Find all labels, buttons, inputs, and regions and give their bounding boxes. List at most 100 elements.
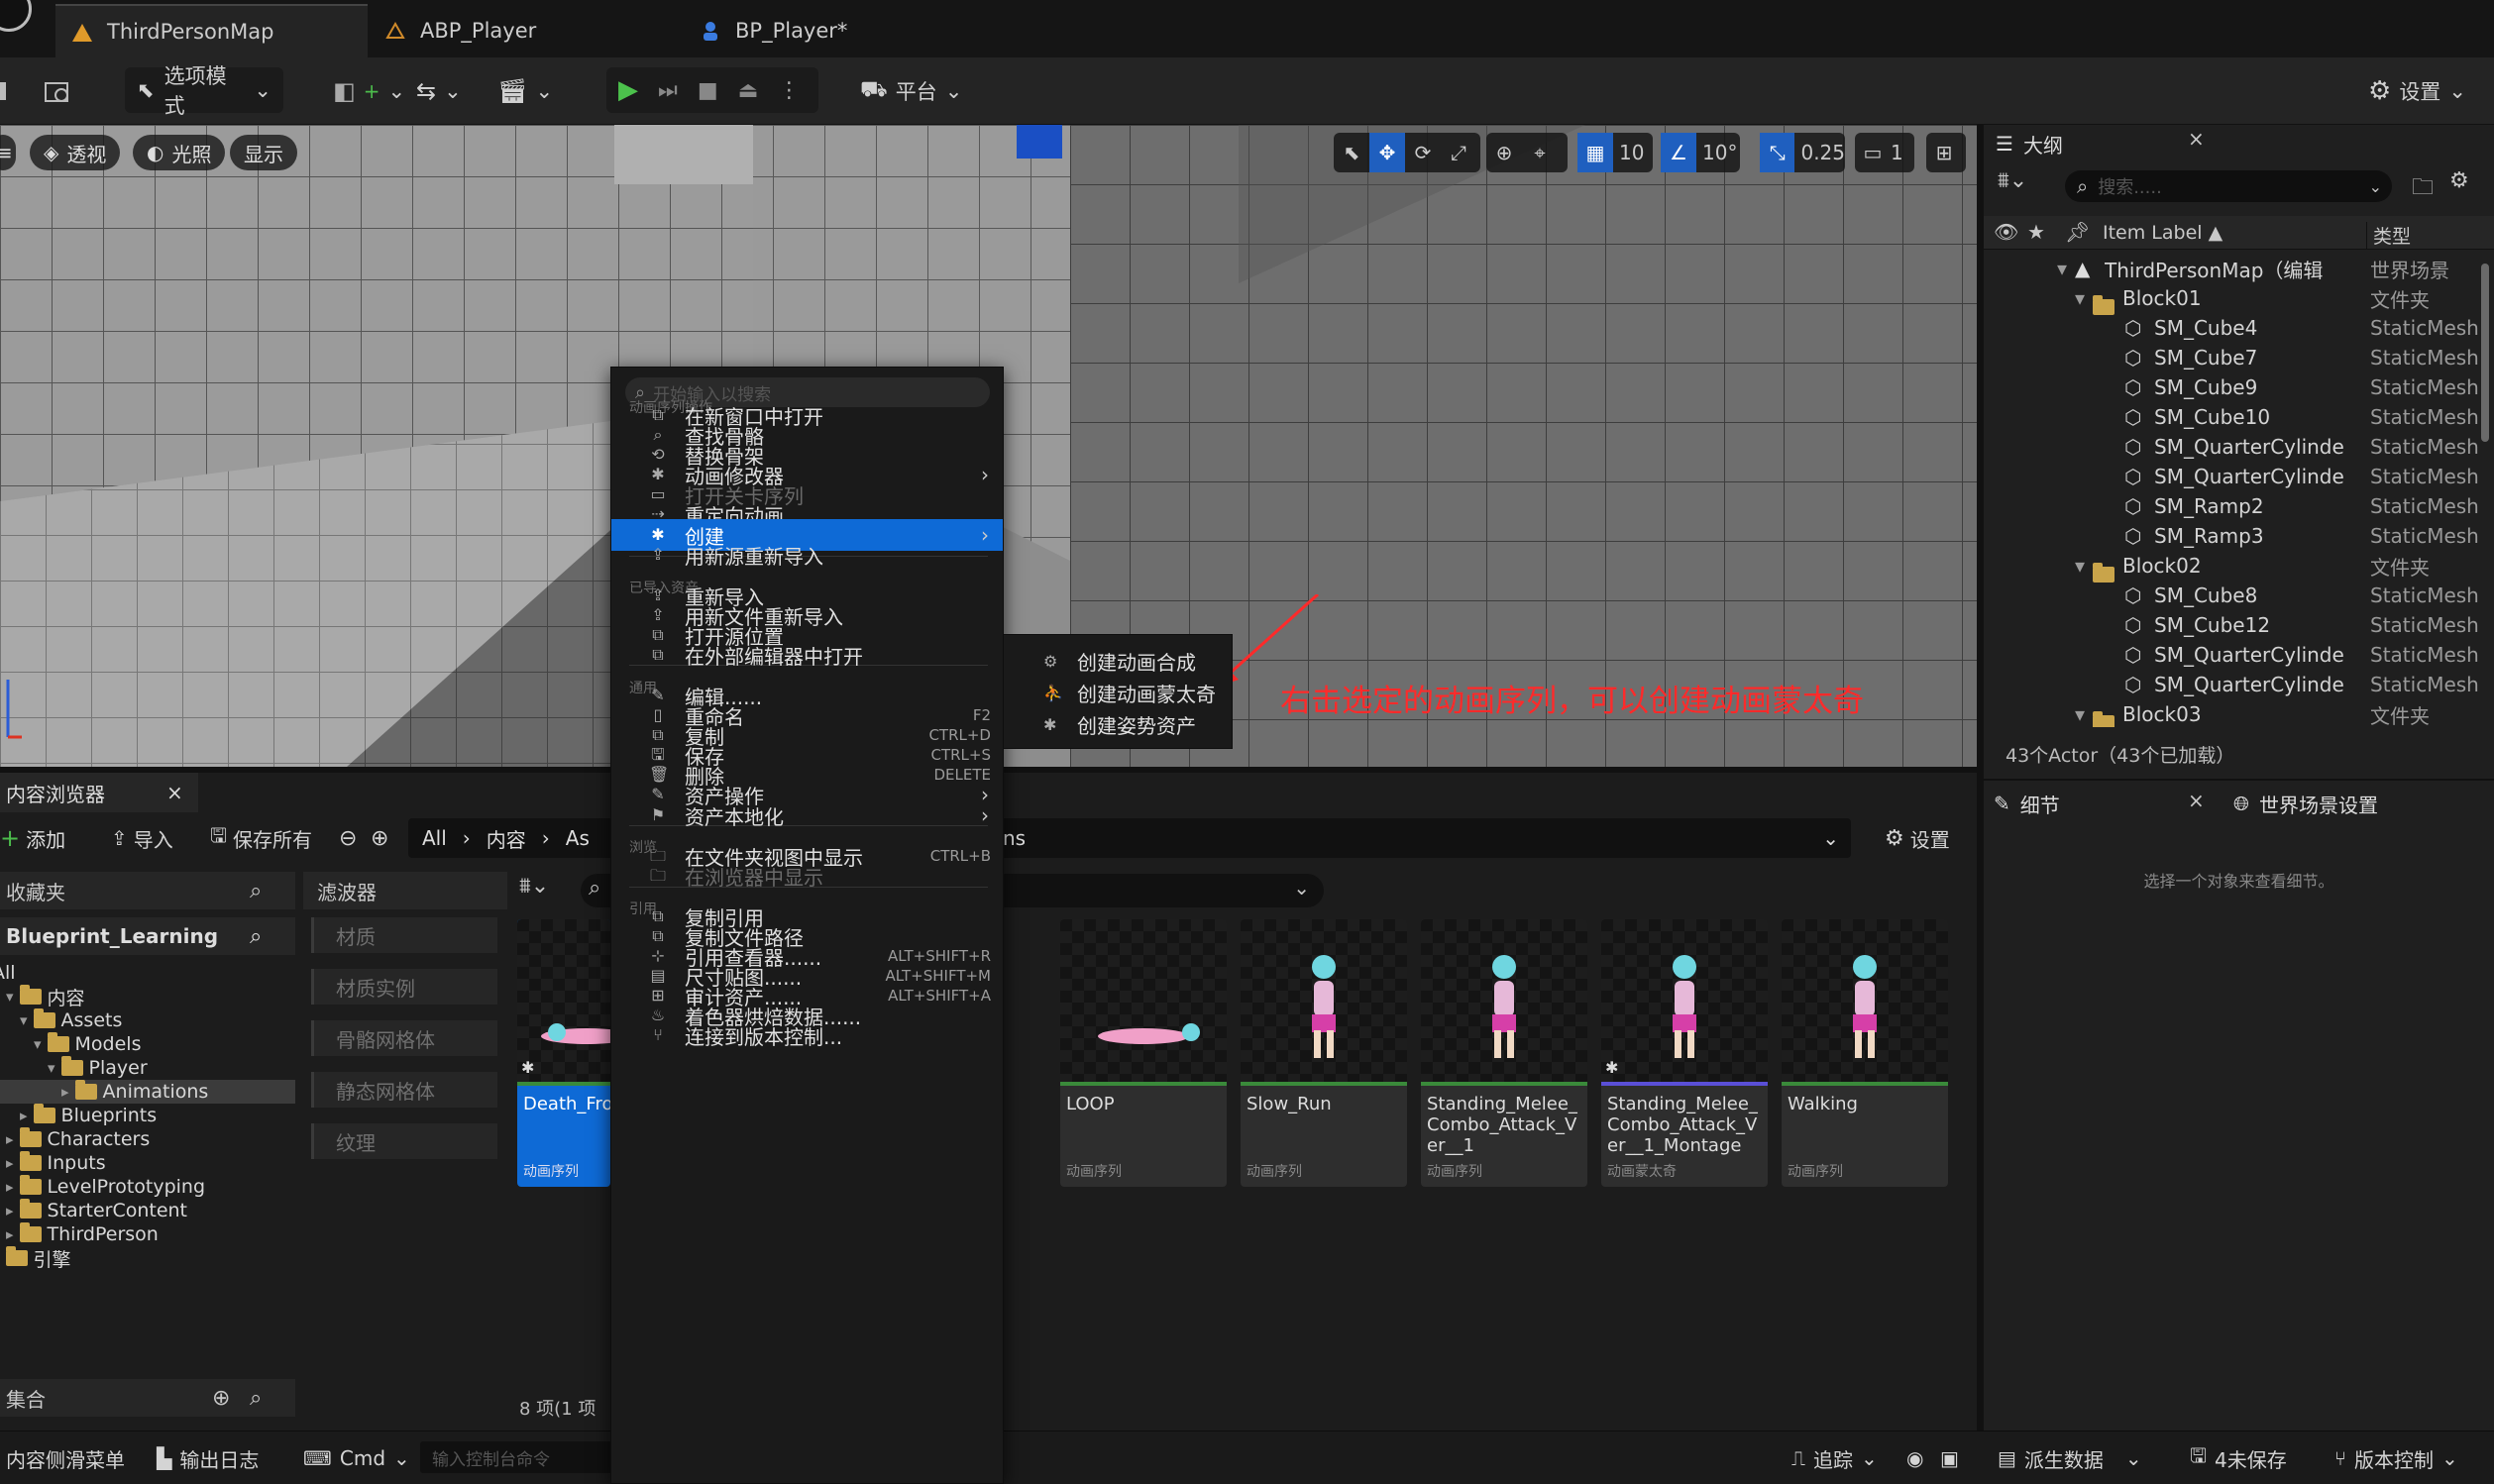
trace-button[interactable]: ⎍ 追踪 ⌄ xyxy=(1791,1443,1878,1473)
asset-tile[interactable]: ✱ Death_From 动画序列 xyxy=(517,919,610,1187)
expand-arrow-icon[interactable]: ▾ xyxy=(2075,286,2085,310)
filter-chip[interactable]: 材质实例 xyxy=(311,969,497,1005)
filter-chip[interactable]: 纹理 xyxy=(311,1123,497,1159)
menu-item[interactable]: ⑂ 连接到版本控制... xyxy=(611,1019,1003,1051)
save-icon[interactable] xyxy=(0,71,14,111)
outliner-row[interactable]: ⬡ SM_QuarterCylinde StaticMesh xyxy=(1984,462,2484,491)
outliner-row[interactable]: ⬡ SM_Cube10 StaticMesh xyxy=(1984,402,2484,432)
menu-item[interactable]: ⧉ 在外部编辑器中打开 xyxy=(611,639,1003,671)
outliner-row[interactable]: ⬡ SM_Ramp2 StaticMesh xyxy=(1984,491,2484,521)
close-icon[interactable]: × xyxy=(2188,127,2205,151)
world-settings-tab[interactable]: 🌐︎ 世界场景设置 xyxy=(2233,787,2378,820)
expand-arrow-icon[interactable]: ▸ xyxy=(61,1083,69,1101)
filter-chip[interactable]: 材质 xyxy=(311,917,497,953)
asset-tile[interactable]: Walking 动画序列 xyxy=(1782,919,1948,1187)
step-icon[interactable]: ⏭ xyxy=(658,78,678,103)
tab-bp-player[interactable]: BP_Player* xyxy=(684,4,991,57)
add-button[interactable]: + 添加 xyxy=(0,820,65,856)
outliner-row[interactable]: ⬡ SM_Cube4 StaticMesh xyxy=(1984,313,2484,343)
folder-tree-item[interactable]: ▾ Models xyxy=(34,1032,141,1056)
close-icon[interactable]: × xyxy=(166,781,183,804)
folder-tree-item[interactable]: ▸ Inputs xyxy=(6,1151,106,1175)
add-collection-icon[interactable]: ⊕ xyxy=(212,1386,230,1411)
filter-icon[interactable]: ⩩⌄ xyxy=(1998,168,2027,193)
folder-tree-item[interactable]: ▸ Animations xyxy=(0,1080,295,1104)
derived-data-button[interactable]: ▤ 派生数据 ⌄ xyxy=(1998,1443,2142,1473)
console-input[interactable]: 输入控制台命令 xyxy=(420,1441,618,1473)
expand-arrow-icon[interactable]: ▾ xyxy=(48,1059,55,1077)
settings-button[interactable]: ⚙ 设置 ⌄ xyxy=(2368,71,2466,111)
search-icon[interactable]: ⌕ xyxy=(250,924,262,949)
folder-tree-item[interactable]: ▾ 内容 xyxy=(6,985,85,1009)
expand-arrow-icon[interactable]: ▾ xyxy=(34,1035,42,1053)
breadcrumb-all[interactable]: All xyxy=(422,826,447,850)
layout-button[interactable]: ⊞ xyxy=(1926,133,1966,172)
submenu-item[interactable]: ✱ 创建姿势资产 xyxy=(1004,708,1232,740)
more-icon[interactable]: ⋮ xyxy=(778,78,800,103)
outliner-row[interactable]: ⬡ SM_Cube12 StaticMesh xyxy=(1984,610,2484,640)
outliner-row[interactable]: ⬡ SM_Cube7 StaticMesh xyxy=(1984,343,2484,372)
expand-arrow-icon[interactable]: ▾ xyxy=(2075,702,2085,726)
outliner-row[interactable]: ▾ Block01 文件夹 xyxy=(1984,283,2484,315)
cinematics-button[interactable]: 🎬︎ ⌄ xyxy=(497,71,553,111)
unreal-logo-icon[interactable] xyxy=(0,0,32,32)
folder-tree-item[interactable]: ▸ Characters xyxy=(6,1127,150,1151)
expand-arrow-icon[interactable]: ▸ xyxy=(20,1107,28,1124)
import-button[interactable]: ⇪ 导入 xyxy=(111,820,173,856)
asset-tile[interactable]: ✱ Standing_Melee_Combo_Attack_Ver__1_Mont… xyxy=(1601,919,1768,1187)
asset-tile[interactable]: Slow_Run 动画序列 xyxy=(1241,919,1407,1187)
outliner-row[interactable]: ▾ Block03 文件夹 xyxy=(1984,699,2484,727)
source-control-button[interactable]: ⑂ 版本控制 ⌄ xyxy=(2334,1443,2458,1473)
star-icon[interactable]: ★ xyxy=(2027,220,2045,244)
search-box[interactable]: ⌕ 搜索..... ⌄ xyxy=(2065,170,2392,202)
favorites-header[interactable]: 收藏夹 ⌕ xyxy=(0,872,295,909)
surface-snap-icon[interactable]: ⌖ xyxy=(1522,133,1558,172)
mode-selector[interactable]: ⬉ 选项模式 ⌄ xyxy=(125,64,283,118)
unsaved-button[interactable]: 🖫︎ 4未保存 xyxy=(2190,1443,2287,1473)
expand-arrow-icon[interactable]: ▸ xyxy=(6,1178,14,1196)
outliner-row[interactable]: ⬡ SM_QuarterCylinde StaticMesh xyxy=(1984,640,2484,670)
save-all-button[interactable]: 🖫︎ 保存所有 xyxy=(210,820,312,856)
outliner-row[interactable]: ▾ Block02 文件夹 xyxy=(1984,551,2484,583)
outliner-row[interactable]: ⬡ SM_Ramp3 StaticMesh xyxy=(1984,521,2484,551)
outliner-tab[interactable]: ☰ 大纲 xyxy=(1996,127,2214,160)
folder-tree-item[interactable]: ▾ Assets xyxy=(20,1008,122,1032)
stop-icon[interactable]: ■ xyxy=(698,78,718,103)
scrollbar[interactable] xyxy=(2481,264,2489,442)
globe-icon[interactable]: ⊕ xyxy=(1486,133,1522,172)
outliner-row[interactable]: ⬡ SM_Cube8 StaticMesh xyxy=(1984,581,2484,610)
outliner-row[interactable]: ⬡ SM_QuarterCylinde StaticMesh xyxy=(1984,670,2484,699)
close-icon[interactable]: × xyxy=(2188,789,2205,812)
submenu-item[interactable]: ⚙ 创建动画合成 xyxy=(1004,645,1232,677)
outliner-row[interactable]: ▾ ▲ ThirdPersonMap（编辑 世界场景 xyxy=(1984,254,2484,283)
screenshot-icon[interactable]: ▣ xyxy=(1940,1443,1959,1473)
search-icon[interactable]: ⌕ xyxy=(250,1386,262,1411)
lighting-button[interactable]: ◐ 光照 xyxy=(133,135,226,170)
expand-arrow-icon[interactable]: ▾ xyxy=(2075,554,2085,578)
scale-snap[interactable]: ⤡ 0.25 xyxy=(1760,133,1845,172)
add-actor-button[interactable]: ◧ + ⌄ xyxy=(333,71,405,111)
breadcrumb-content[interactable]: 内容 xyxy=(487,824,526,853)
filter-chip[interactable]: 骨骼网格体 xyxy=(311,1020,497,1056)
filter-dropdown[interactable]: ⩩⌄ xyxy=(519,874,549,899)
folder-tree-item[interactable]: ▾引擎 xyxy=(0,1246,71,1271)
grid-snap[interactable]: ▦ 10 xyxy=(1577,133,1653,172)
expand-arrow-icon[interactable]: ▸ xyxy=(6,1202,14,1219)
visibility-eye-icon[interactable]: 👁︎ xyxy=(1994,220,2018,244)
perspective-button[interactable]: ◈ 透视 xyxy=(30,135,121,170)
submenu-item[interactable]: ⛹ 创建动画蒙太奇 xyxy=(1004,677,1232,708)
asset-tile[interactable]: Standing_Melee_Combo_Attack_Ver__1 动画序列 xyxy=(1421,919,1587,1187)
asset-tile[interactable]: LOOP 动画序列 xyxy=(1060,919,1227,1187)
tab-abp-player[interactable]: ABP_Player xyxy=(369,4,676,57)
gear-icon[interactable]: ⚙ xyxy=(2449,168,2469,193)
rotate-icon[interactable]: ⟳ xyxy=(1405,133,1441,172)
blueprint-button[interactable]: ⇆ ⌄ xyxy=(416,71,462,111)
tab-thirdpersonmap[interactable]: ThirdPersonMap xyxy=(55,4,368,57)
search-icon[interactable]: ⌕ xyxy=(250,879,262,903)
folder-tree-item[interactable]: ▸ Blueprints xyxy=(20,1104,157,1127)
project-header[interactable]: Blueprint_Learning ⌕ xyxy=(0,917,295,955)
filter-chip[interactable]: 静态网格体 xyxy=(311,1072,497,1108)
expand-arrow-icon[interactable]: ▸ xyxy=(6,1225,14,1243)
move-icon[interactable]: ✥ xyxy=(1369,133,1405,172)
expand-arrow-icon[interactable]: ▸ xyxy=(6,1130,14,1148)
